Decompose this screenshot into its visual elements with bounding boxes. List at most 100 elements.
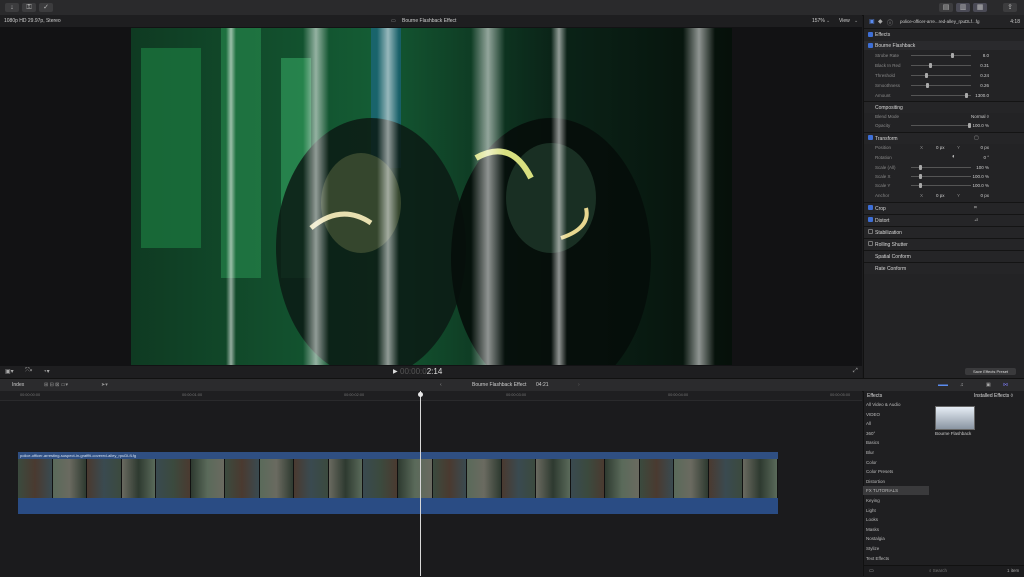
transform-tool-icon[interactable]: ⤧▾ [25,368,32,375]
opacity-slider[interactable] [911,123,971,128]
effects-checkbox[interactable] [868,32,873,37]
param-value[interactable]: 0.26 [980,83,989,88]
param-slider[interactable] [911,63,971,68]
transform-checkbox[interactable] [868,135,873,140]
distort-section[interactable]: Distort ⊿ [864,214,1024,226]
scale-x-knob[interactable] [919,174,922,179]
scale-y-value[interactable]: 100.0 % [972,183,989,188]
transitions-icon[interactable]: ⋈ [1003,382,1008,388]
effects-category-item[interactable]: Color [863,458,929,467]
anchor-y[interactable]: 0 px [980,193,989,198]
color-inspector-icon[interactable]: ◆ [878,18,883,25]
effects-category-item[interactable]: VIDEO [863,410,929,419]
distort-checkbox[interactable] [868,217,873,222]
effect-checkbox[interactable] [868,43,873,48]
background-tasks-button[interactable]: ✓ [39,3,53,12]
anchor-x[interactable]: 0 px [936,193,945,198]
index-button[interactable]: Index [12,382,24,388]
effects-category-item[interactable]: Color Presets [863,467,929,476]
timecode-display[interactable]: 00:00:02:14 [400,367,442,376]
param-value[interactable]: 0.24 [980,73,989,78]
param-knob[interactable] [926,83,929,88]
rotation-dial-icon[interactable]: ◐ [952,154,956,160]
playhead-handle[interactable] [418,392,423,397]
crop-onscreen-icon[interactable]: ⌗ [974,205,977,211]
effects-category-item[interactable]: FX TUTORIALS [863,486,929,496]
view-menu[interactable]: View [839,18,850,24]
param-value[interactable]: 0.31 [980,63,989,68]
timeline-ruler[interactable]: 00:00:00:00 00:00:01:00 00:00:02:00 00:00:0… [0,391,862,401]
zoom-menu[interactable]: 157% [812,18,825,24]
video-clip-filmstrip[interactable] [18,459,778,498]
speed-icon[interactable]: ◔▾ [43,368,50,375]
effects-category-item[interactable]: Distortion [863,477,929,486]
effects-category-item[interactable]: Blur [863,448,929,457]
installed-effects-menu[interactable]: Installed Effects ◊ [974,393,1013,399]
scale-y-knob[interactable] [919,183,922,188]
transform-onscreen-icon[interactable]: ▢ [974,135,979,141]
sidebar-toggle-icon[interactable]: ▭ [869,568,874,574]
rolling-shutter-checkbox[interactable] [868,241,873,246]
show-browser-button[interactable]: ▤ [939,3,953,12]
scale-all-slider[interactable] [911,165,971,170]
audio-waveform[interactable] [18,498,778,514]
video-frame[interactable] [131,28,732,365]
play-icon[interactable]: ▶ [393,368,398,375]
effects-category-item[interactable]: All [863,419,929,428]
effects-category-item[interactable]: 360° [863,429,929,438]
scale-x-slider[interactable] [911,174,971,179]
rolling-shutter-section[interactable]: Rolling Shutter [864,238,1024,250]
share-button[interactable]: ⇪ [1003,3,1017,12]
effects-category-item[interactable]: Text Effects [863,554,929,563]
select-tool-icon[interactable]: ➤▾ [101,382,108,388]
rate-conform-section[interactable]: Rate Conform [864,262,1024,274]
effects-category-item[interactable]: Masks [863,525,929,534]
info-icon[interactable]: ⓘ [887,18,893,27]
fullscreen-icon[interactable]: ⤢ [853,368,858,375]
spatial-conform-section[interactable]: Spatial Conform [864,250,1024,262]
effects-category-item[interactable]: Keying [863,496,929,505]
scale-x-value[interactable]: 100.0 % [972,174,989,179]
param-slider[interactable] [911,83,971,88]
search-field[interactable]: ⌕ Search [929,568,947,573]
opacity-knob[interactable] [968,123,971,128]
blend-mode-popup[interactable]: Normal ◊ [971,114,989,119]
effects-category-item[interactable]: Nostalgia [863,534,929,543]
param-knob[interactable] [965,93,968,98]
param-knob[interactable] [951,53,954,58]
keywords-button[interactable]: ⚿ [22,3,36,12]
effects-category-item[interactable]: Stylize [863,544,929,553]
scale-all-value[interactable]: 100 % [976,165,989,170]
distort-onscreen-icon[interactable]: ⊿ [974,217,978,223]
scale-all-knob[interactable] [919,165,922,170]
import-button[interactable]: ↓ [5,3,19,12]
stabilization-checkbox[interactable] [868,229,873,234]
scale-y-slider[interactable] [911,183,971,188]
opacity-value[interactable]: 100.0 % [972,123,989,128]
clip-header[interactable]: police-officer-arresting-suspect-in-graf… [18,452,778,459]
effects-category-item[interactable]: Looks [863,515,929,524]
view-options-icon[interactable]: ▣▾ [5,368,14,375]
save-effects-preset-button[interactable]: Save Effects Preset [965,368,1016,375]
video-inspector-icon[interactable]: ▣ [869,18,875,25]
effects-browser-icon[interactable]: ▣ [986,382,991,388]
connect-clip-icon[interactable]: ⊞ ⊟ ⊠ ▭▾ [44,382,68,388]
back-icon[interactable]: ‹ [440,382,442,388]
param-slider[interactable] [911,93,971,98]
headphones-icon[interactable]: ♫ [960,382,964,388]
crop-section[interactable]: Crop ⌗ [864,202,1024,214]
effects-category-item[interactable]: Light [863,506,929,515]
param-value[interactable]: 1300.0 [975,93,989,98]
crop-checkbox[interactable] [868,205,873,210]
effect-thumbnail[interactable] [935,406,975,430]
clip-appearance-icon[interactable]: ▬▬ [938,382,948,388]
effects-category-item[interactable]: All Video & Audio [863,400,929,409]
effect-header[interactable]: Bourne Flashback [864,41,1024,50]
rotation-value[interactable]: 0 ° [983,155,989,160]
stabilization-section[interactable]: Stabilization [864,226,1024,238]
param-knob[interactable] [929,63,932,68]
effects-section[interactable]: Effects [864,30,1024,39]
forward-icon[interactable]: › [578,382,580,388]
param-knob[interactable] [925,73,928,78]
param-slider[interactable] [911,73,971,78]
